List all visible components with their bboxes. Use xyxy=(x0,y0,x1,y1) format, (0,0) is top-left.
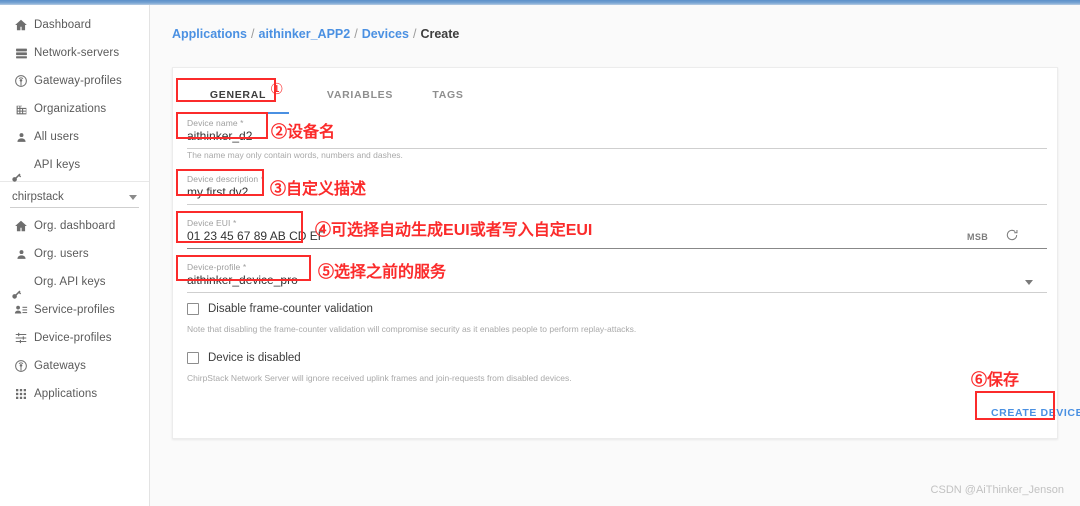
sidebar-item-org-users[interactable]: Org. users xyxy=(0,240,149,268)
sidebar-item-label: Network-servers xyxy=(34,47,120,59)
person-list-icon xyxy=(8,301,34,319)
sidebar-item-label: Gateway-profiles xyxy=(34,75,122,87)
tab-general[interactable]: GENERAL xyxy=(187,80,289,110)
device-description-value: my first dv2 xyxy=(187,185,249,199)
tab-bar: GENERAL VARIABLES TAGS xyxy=(173,80,1057,114)
app-root: Dashboard Network-servers Gateway-profil… xyxy=(0,0,1080,506)
sidebar-item-applications[interactable]: Applications xyxy=(0,380,149,408)
device-name-underline xyxy=(187,148,1047,149)
building-icon xyxy=(8,100,34,118)
sidebar-item-label: Dashboard xyxy=(34,19,92,31)
sidebar-item-label: Service-profiles xyxy=(34,304,115,316)
device-name-value: aithinker_d2 xyxy=(187,129,253,143)
sidebar-item-label: Org. API keys xyxy=(34,276,106,288)
device-eui-underline xyxy=(187,248,1047,250)
sidebar-divider xyxy=(0,181,149,182)
sidebar-item-dashboard[interactable]: Dashboard xyxy=(0,11,149,39)
sidebar-item-label: Applications xyxy=(34,388,98,400)
sidebar-item-label: API keys xyxy=(34,159,81,171)
tab-variables[interactable]: VARIABLES xyxy=(315,80,405,110)
device-eui-label: Device EUI * xyxy=(187,218,237,228)
main-content: Applications / aithinker_APP2/Devices / Crea… xyxy=(151,5,1080,506)
create-device-button[interactable]: CREATE DEVICE xyxy=(979,400,1080,426)
disable-frame-counter-help: Note that disabling the frame-counter va… xyxy=(187,324,637,334)
sidebar-item-gateways[interactable]: Gateways xyxy=(0,352,149,380)
key-icon xyxy=(8,273,34,299)
breadcrumb-link-app[interactable]: aithinker_APP2 xyxy=(259,27,351,41)
create-device-card: GENERAL VARIABLES TAGS Device name * ait… xyxy=(172,67,1080,439)
watermark: CSDN @AiThinker_Jenson xyxy=(930,484,1064,496)
chevron-down-icon xyxy=(129,194,137,200)
sidebar-item-org-dashboard[interactable]: Org. dashboard xyxy=(0,212,149,240)
home-icon xyxy=(8,217,34,235)
sidebar-item-label: Org. dashboard xyxy=(34,220,116,232)
device-profile-value: aithinker_device_pro xyxy=(187,273,298,287)
key-icon xyxy=(8,156,34,182)
person-icon xyxy=(8,128,34,146)
org-selector-value: chirpstack xyxy=(12,191,64,203)
sidebar-item-label: Org. users xyxy=(34,248,89,260)
device-description-underline xyxy=(187,204,1047,205)
sidebar-item-org-api-keys[interactable]: Org. API keys xyxy=(0,268,149,299)
checkbox-box[interactable] xyxy=(187,303,199,315)
tab-tags[interactable]: TAGS xyxy=(413,80,483,110)
device-name-help: The name may only contain words, numbers… xyxy=(187,150,403,160)
sidebar-item-all-users[interactable]: All users xyxy=(0,123,149,151)
device-profile-underline xyxy=(187,292,1047,293)
disable-frame-counter-label: Disable frame-counter validation xyxy=(208,303,373,315)
grid-icon xyxy=(8,385,34,403)
chevron-down-icon[interactable] xyxy=(1025,280,1033,285)
org-selector[interactable]: chirpstack xyxy=(10,188,139,208)
sidebar-item-label: Organizations xyxy=(34,103,107,115)
sidebar-item-api-keys[interactable]: API keys xyxy=(0,151,149,182)
breadcrumb-current: Create xyxy=(420,27,460,41)
home-icon xyxy=(8,16,34,34)
disable-frame-counter-checkbox[interactable]: Disable frame-counter validation xyxy=(187,303,373,315)
breadcrumb-separator: / xyxy=(251,27,255,41)
antenna-icon xyxy=(8,72,34,90)
person-icon xyxy=(8,245,34,263)
sidebar-item-network-servers[interactable]: Network-servers xyxy=(0,39,149,67)
sidebar-item-label: Gateways xyxy=(34,360,86,372)
device-name-label: Device name * xyxy=(187,118,244,128)
sidebar-item-label: Device-profiles xyxy=(34,332,112,344)
server-icon xyxy=(8,44,34,62)
sidebar-item-label: All users xyxy=(34,131,79,143)
sidebar-item-device-profiles[interactable]: Device-profiles xyxy=(0,324,149,352)
device-eui-value: 01 23 45 67 89 AB CD EF xyxy=(187,229,326,243)
breadcrumb-link-applications[interactable]: Applications xyxy=(172,27,247,41)
antenna-icon xyxy=(8,357,34,375)
sidebar-item-service-profiles[interactable]: Service-profiles xyxy=(0,296,149,324)
breadcrumb-separator: / xyxy=(412,27,417,41)
sidebar-item-gateway-profiles[interactable]: Gateway-profiles xyxy=(0,67,149,95)
device-description-label: Device description * xyxy=(187,174,265,184)
device-disabled-label: Device is disabled xyxy=(208,352,301,364)
device-disabled-checkbox[interactable]: Device is disabled xyxy=(187,352,301,364)
sidebar: Dashboard Network-servers Gateway-profil… xyxy=(0,5,150,506)
device-disabled-help: ChirpStack Network Server will ignore re… xyxy=(187,373,572,383)
breadcrumb-link-devices[interactable]: Devices xyxy=(362,27,409,41)
checkbox-box[interactable] xyxy=(187,352,199,364)
sliders-icon xyxy=(8,329,34,347)
breadcrumb: Applications / aithinker_APP2/Devices / Crea… xyxy=(172,27,459,41)
breadcrumb-separator: / xyxy=(354,27,358,41)
tab-active-indicator xyxy=(187,112,289,114)
device-profile-label: Device-profile * xyxy=(187,262,247,272)
refresh-icon[interactable] xyxy=(1005,228,1019,247)
sidebar-item-organizations[interactable]: Organizations xyxy=(0,95,149,123)
device-eui-msb-label: MSB xyxy=(967,232,989,242)
